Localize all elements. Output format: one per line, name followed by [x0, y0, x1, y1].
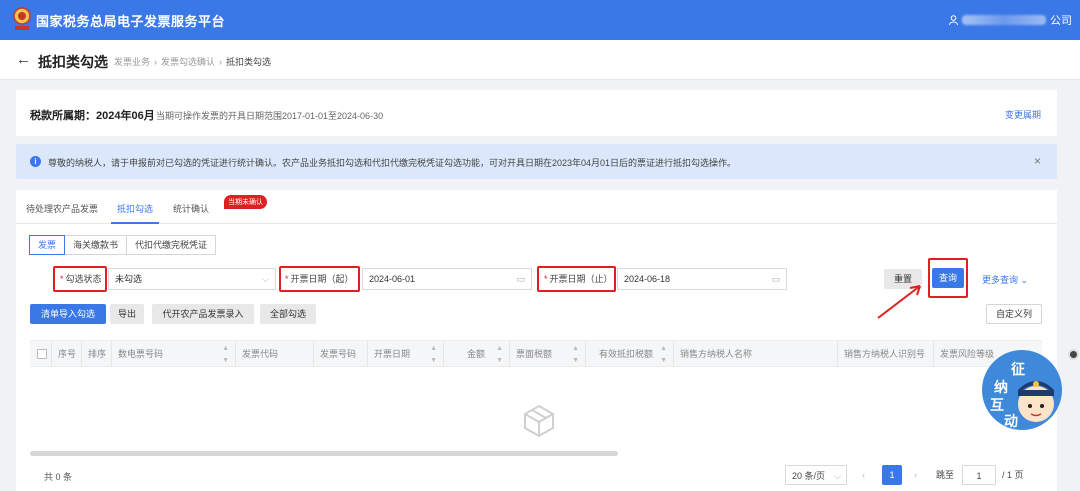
table-header: 序号 排序 数电票号码 ▲ ▼ 发票代码 发票号码 开票日期 ▲ ▼ 金额 ▲ ▼ 票面税额…	[30, 340, 1042, 367]
calendar-icon: ▭	[516, 274, 525, 284]
notice-text: 尊敬的纳税人，请于申报前对已勾选的凭证进行统计确认。农产品业务抵扣勾选和代扣代缴…	[48, 158, 737, 168]
mascot-char: 纳	[994, 379, 1008, 396]
select-all-checkbox[interactable]	[37, 349, 47, 359]
import-select-button[interactable]: 清单导入勾选	[30, 304, 106, 324]
top-bar: 国家税务总局电子发票服务平台 公司	[0, 0, 1080, 40]
app-title: 国家税务总局电子发票服务平台	[36, 14, 226, 29]
mascot-char: 互	[990, 398, 1004, 414]
unconfirmed-badge: 当期未确认	[224, 195, 267, 209]
col-amount[interactable]: 金额 ▲ ▼	[444, 341, 510, 367]
custom-columns-button[interactable]: 自定义列	[986, 304, 1042, 324]
user-name-redacted	[962, 15, 1046, 25]
page-title: 抵扣类勾选	[38, 54, 108, 70]
sort-icon: ▲ ▼	[572, 345, 579, 364]
subtab-customs-payment[interactable]: 海关缴款书	[64, 235, 128, 255]
mascot-char: 动	[1004, 413, 1018, 430]
col-invoice-code: 发票代码	[236, 341, 314, 367]
main-panel: 待处理农产品发票 抵扣勾选 统计确认 当期未确认 发票 海关缴款书 代扣代缴完税…	[16, 190, 1057, 491]
col-order: 排序	[82, 341, 112, 367]
tax-emblem-icon	[13, 7, 31, 30]
close-icon[interactable]: ×	[1034, 154, 1041, 168]
tab-deduct-select[interactable]: 抵扣勾选	[117, 202, 153, 215]
col-seller-name: 销售方纳税人名称	[674, 341, 838, 367]
change-period-link[interactable]: 变更属期	[1005, 108, 1041, 121]
subtab-withholding-cert[interactable]: 代扣代缴完税凭证	[126, 235, 217, 255]
sort-icon: ▲ ▼	[430, 345, 437, 364]
subtab-group: 发票 海关缴款书 代扣代缴完税凭证	[29, 235, 217, 255]
col-index: 序号	[52, 341, 82, 367]
tax-period-range: 当期可操作发票的开具日期范围2017-01-01至2024-06-30	[156, 111, 384, 121]
notice-banner: i 尊敬的纳税人，请于申报前对已勾选的凭证进行统计确认。农产品业务抵扣勾选和代扣…	[16, 144, 1057, 179]
tab-stat-confirm[interactable]: 统计确认	[173, 202, 209, 215]
col-digital-invoice-no[interactable]: 数电票号码 ▲ ▼	[112, 341, 236, 367]
breadcrumb-current: 抵扣类勾选	[226, 57, 272, 67]
total-pages: / 1 页	[1002, 470, 1024, 480]
page-size-select[interactable]: 20 条/页 ⌵	[785, 465, 847, 485]
select-all-button[interactable]: 全部勾选	[260, 304, 316, 324]
tab-bar: 待处理农产品发票 抵扣勾选 统计确认 当期未确认	[16, 190, 1057, 224]
sort-icon: ▲ ▼	[660, 345, 667, 364]
highlight-box	[279, 266, 360, 292]
sort-icon: ▲ ▼	[222, 345, 229, 364]
prev-page-icon[interactable]: ‹	[862, 465, 865, 485]
query-button[interactable]: 查询	[932, 268, 964, 288]
col-tax-amount[interactable]: 票面税额 ▲ ▼	[510, 341, 586, 367]
chevron-down-icon: ⌵	[262, 274, 269, 284]
highlight-box	[537, 266, 616, 292]
highlight-box	[53, 266, 107, 292]
calendar-icon: ▭	[771, 274, 780, 284]
horizontal-scrollbar[interactable]	[30, 451, 618, 456]
next-page-icon[interactable]: ›	[914, 465, 917, 485]
breadcrumb-item[interactable]: 发票勾选确认	[161, 57, 215, 67]
sort-icon: ▲ ▼	[496, 345, 503, 364]
active-tab-indicator	[111, 222, 159, 224]
goto-page-input[interactable]: 1	[962, 465, 996, 485]
user-company-suffix: 公司	[1050, 15, 1072, 27]
info-icon: i	[30, 156, 41, 167]
breadcrumb-separator-icon: ›	[154, 57, 158, 67]
total-count: 共 0 条	[44, 472, 73, 482]
agri-invoice-entry-button[interactable]: 代开农产品发票录入	[152, 304, 254, 324]
breadcrumb-separator-icon: ›	[219, 57, 223, 67]
mascot-char: 征	[1011, 361, 1025, 378]
more-query-link[interactable]: 更多查询 ⌄	[982, 273, 1028, 286]
mascot-assistant-icon[interactable]: 征 纳 互 动	[982, 346, 1068, 432]
col-seller-tax-id: 销售方纳税人识别号	[838, 341, 934, 367]
start-date-input[interactable]: 2024-06-01 ▭	[362, 268, 532, 290]
export-button[interactable]: 导出	[110, 304, 144, 324]
user-menu[interactable]: 公司	[949, 12, 1072, 28]
empty-data-icon	[524, 404, 554, 438]
tax-period-card: 税款所属期：2024年06月 当期可操作发票的开具日期范围2017-01-01至…	[16, 90, 1057, 136]
tax-period-label: 税款所属期：2024年06月	[30, 110, 155, 122]
subtab-invoice[interactable]: 发票	[29, 235, 66, 255]
back-arrow-icon[interactable]: ←	[16, 51, 31, 68]
select-all-checkbox-cell	[30, 341, 52, 367]
col-invoice-number: 发票号码	[314, 341, 368, 367]
page-number-current[interactable]: 1	[882, 465, 902, 485]
chevron-down-icon: ⌵	[834, 471, 841, 481]
breadcrumb-item[interactable]: 发票业务	[114, 57, 150, 67]
col-effective-deduct-tax[interactable]: 有效抵扣税额 ▲ ▼	[586, 341, 674, 367]
end-date-input[interactable]: 2024-06-18 ▭	[617, 268, 787, 290]
breadcrumb: 发票业务 › 发票勾选确认 › 抵扣类勾选	[114, 55, 271, 68]
goto-label: 跳至	[936, 470, 955, 480]
side-float-dot[interactable]	[1068, 349, 1079, 360]
tab-pending-agri[interactable]: 待处理农产品发票	[26, 202, 98, 215]
annotation-arrow-icon	[877, 285, 921, 319]
status-select[interactable]: 未勾选 ⌵	[108, 268, 276, 290]
col-issue-date[interactable]: 开票日期 ▲ ▼	[368, 341, 444, 367]
chevron-down-icon: ⌄	[1020, 275, 1029, 285]
page-header: ← 抵扣类勾选 发票业务 › 发票勾选确认 › 抵扣类勾选	[0, 40, 1080, 80]
user-icon	[949, 15, 958, 25]
